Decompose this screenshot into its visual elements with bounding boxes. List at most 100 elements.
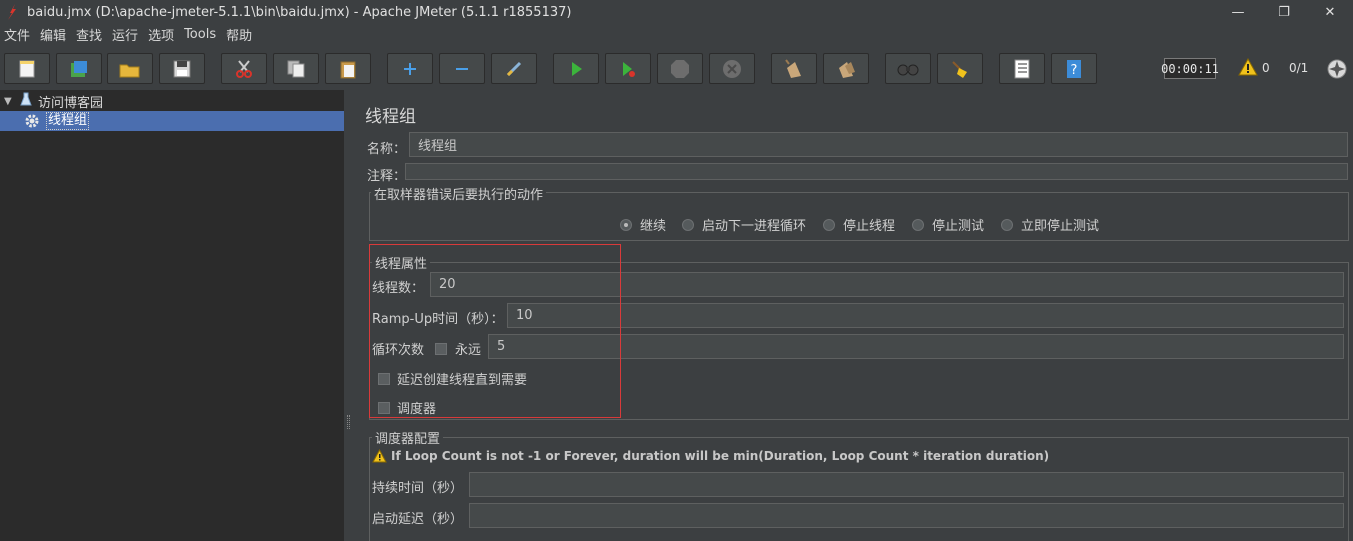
page-title: 线程组 (365, 107, 416, 127)
toggle-icon (506, 61, 522, 76)
radio-stop-test-label: 停止测试 (932, 219, 985, 234)
paste-icon (340, 61, 356, 78)
startup-delay-field[interactable] (469, 503, 1344, 528)
svg-text:?: ? (1071, 63, 1078, 78)
window-controls: — ❐ ✕ (1215, 0, 1353, 24)
menu-search[interactable]: 查找 (72, 25, 106, 44)
shutdown-icon (723, 59, 741, 78)
start-no-pauses-button[interactable] (605, 53, 651, 84)
open-icon (119, 64, 140, 77)
radio-continue-indicator (620, 218, 632, 231)
minimize-button[interactable]: — (1215, 0, 1261, 24)
menu-options[interactable]: 选项 (144, 25, 178, 44)
menu-run[interactable]: 运行 (108, 25, 142, 44)
tree-expand-icon[interactable]: ▼ (4, 96, 18, 107)
name-field[interactable]: 线程组 (409, 132, 1348, 157)
comment-field[interactable] (405, 163, 1348, 180)
radio-start-next-loop[interactable]: 启动下一进程循环 (682, 215, 806, 234)
stop-button[interactable] (657, 53, 703, 84)
error-action-title: 在取样器错误后要执行的动作 (371, 184, 547, 203)
duration-label: 持续时间（秒） (372, 481, 464, 496)
test-plan-icon (20, 92, 36, 110)
tree-child-label: 线程组 (46, 112, 90, 130)
save-button[interactable] (159, 53, 205, 84)
annotation-highlight (369, 244, 621, 418)
help-icon: ? (1067, 59, 1081, 78)
start-no-pause-icon (623, 61, 635, 77)
paste-button[interactable] (325, 53, 371, 84)
radio-stop-thread-indicator (823, 218, 835, 231)
clear-all-button[interactable] (823, 53, 869, 84)
thread-group-panel: 线程组 名称： 线程组 注释： 在取样器错误后要执行的动作 继续 启动下一进程循… (353, 90, 1353, 541)
copy-icon (287, 60, 305, 77)
name-label: 名称： (367, 142, 407, 157)
reset-search-button[interactable] (937, 53, 983, 84)
warning-triangle-icon (372, 449, 387, 463)
split-pane-divider[interactable] (344, 90, 353, 541)
open-button[interactable] (107, 53, 153, 84)
menu-edit[interactable]: 编辑 (36, 25, 70, 44)
startup-delay-label: 启动延迟（秒） (372, 512, 464, 527)
menu-file[interactable]: 文件 (0, 25, 34, 44)
warning-icon[interactable] (1238, 57, 1258, 80)
duration-field[interactable] (469, 472, 1344, 497)
start-button[interactable] (553, 53, 599, 84)
clear-all-icon (839, 61, 855, 78)
close-button[interactable]: ✕ (1307, 0, 1353, 24)
tree-root-label: 访问博客园 (38, 95, 104, 111)
save-icon (173, 60, 191, 77)
tree-node-thread-group[interactable]: 线程组 (0, 111, 344, 131)
start-icon (572, 61, 582, 76)
comment-label: 注释： (367, 169, 407, 184)
window-title: baidu.jmx (D:\apache-jmeter-5.1.1\bin\ba… (27, 4, 572, 20)
shutdown-button[interactable] (709, 53, 755, 84)
radio-stop-thread-label: 停止线程 (843, 219, 896, 234)
gear-icon (24, 113, 42, 129)
splitter-grip-icon[interactable] (347, 415, 350, 429)
radio-stop-test-now-indicator (1001, 218, 1013, 231)
clear-icon (785, 58, 801, 78)
toggle-button[interactable] (491, 53, 537, 84)
function-helper-icon (1014, 59, 1030, 78)
collapse-all-button[interactable] (439, 53, 485, 84)
radio-continue-label: 继续 (640, 219, 667, 234)
radio-stop-test-now[interactable]: 立即停止测试 (1001, 215, 1099, 234)
radio-stop-test-now-label: 立即停止测试 (1021, 219, 1100, 234)
maximize-button[interactable]: ❐ (1261, 0, 1307, 24)
radio-stop-test[interactable]: 停止测试 (912, 215, 984, 234)
new-button[interactable] (4, 53, 50, 84)
templates-button[interactable] (56, 53, 102, 84)
expand-all-button[interactable] (387, 53, 433, 84)
cut-icon (236, 59, 252, 78)
templates-icon (71, 60, 87, 77)
clear-button[interactable] (771, 53, 817, 84)
radio-continue[interactable]: 继续 (620, 215, 666, 234)
radio-stop-test-indicator (912, 218, 924, 231)
scheduler-config-title: 调度器配置 (372, 428, 444, 447)
menu-bar: 文件 编辑 查找 运行 选项 Tools 帮助 (0, 24, 1353, 44)
function-helper-button[interactable] (999, 53, 1045, 84)
search-button[interactable] (885, 53, 931, 84)
help-button[interactable]: ? (1051, 53, 1097, 84)
radio-stop-thread[interactable]: 停止线程 (823, 215, 895, 234)
menu-tools[interactable]: Tools (180, 27, 220, 42)
copy-button[interactable] (273, 53, 319, 84)
remote-icon[interactable] (1326, 58, 1348, 84)
tree-node-test-plan[interactable]: ▼ 访问博客园 (0, 91, 103, 111)
elapsed-timer: 00:00:11 (1161, 58, 1219, 79)
toolbar: ? 00:00:11 0 0/1 (0, 48, 1353, 90)
loop-warning: If Loop Count is not -1 or Forever, dura… (372, 449, 1049, 463)
new-icon (19, 60, 35, 77)
cut-button[interactable] (221, 53, 267, 84)
stop-icon (671, 59, 689, 78)
test-plan-tree: ▼ 访问博客园 线程组 (0, 90, 344, 541)
reset-search-icon (952, 60, 967, 78)
active-threads: 0/1 (1289, 61, 1309, 75)
menu-help[interactable]: 帮助 (222, 25, 256, 44)
search-icon (897, 64, 919, 75)
radio-start-next-loop-indicator (682, 218, 694, 231)
rampup-field[interactable]: 10 (507, 303, 1344, 328)
collapse-icon (456, 67, 468, 70)
error-count: 0 (1262, 61, 1270, 75)
expand-icon (404, 62, 416, 75)
